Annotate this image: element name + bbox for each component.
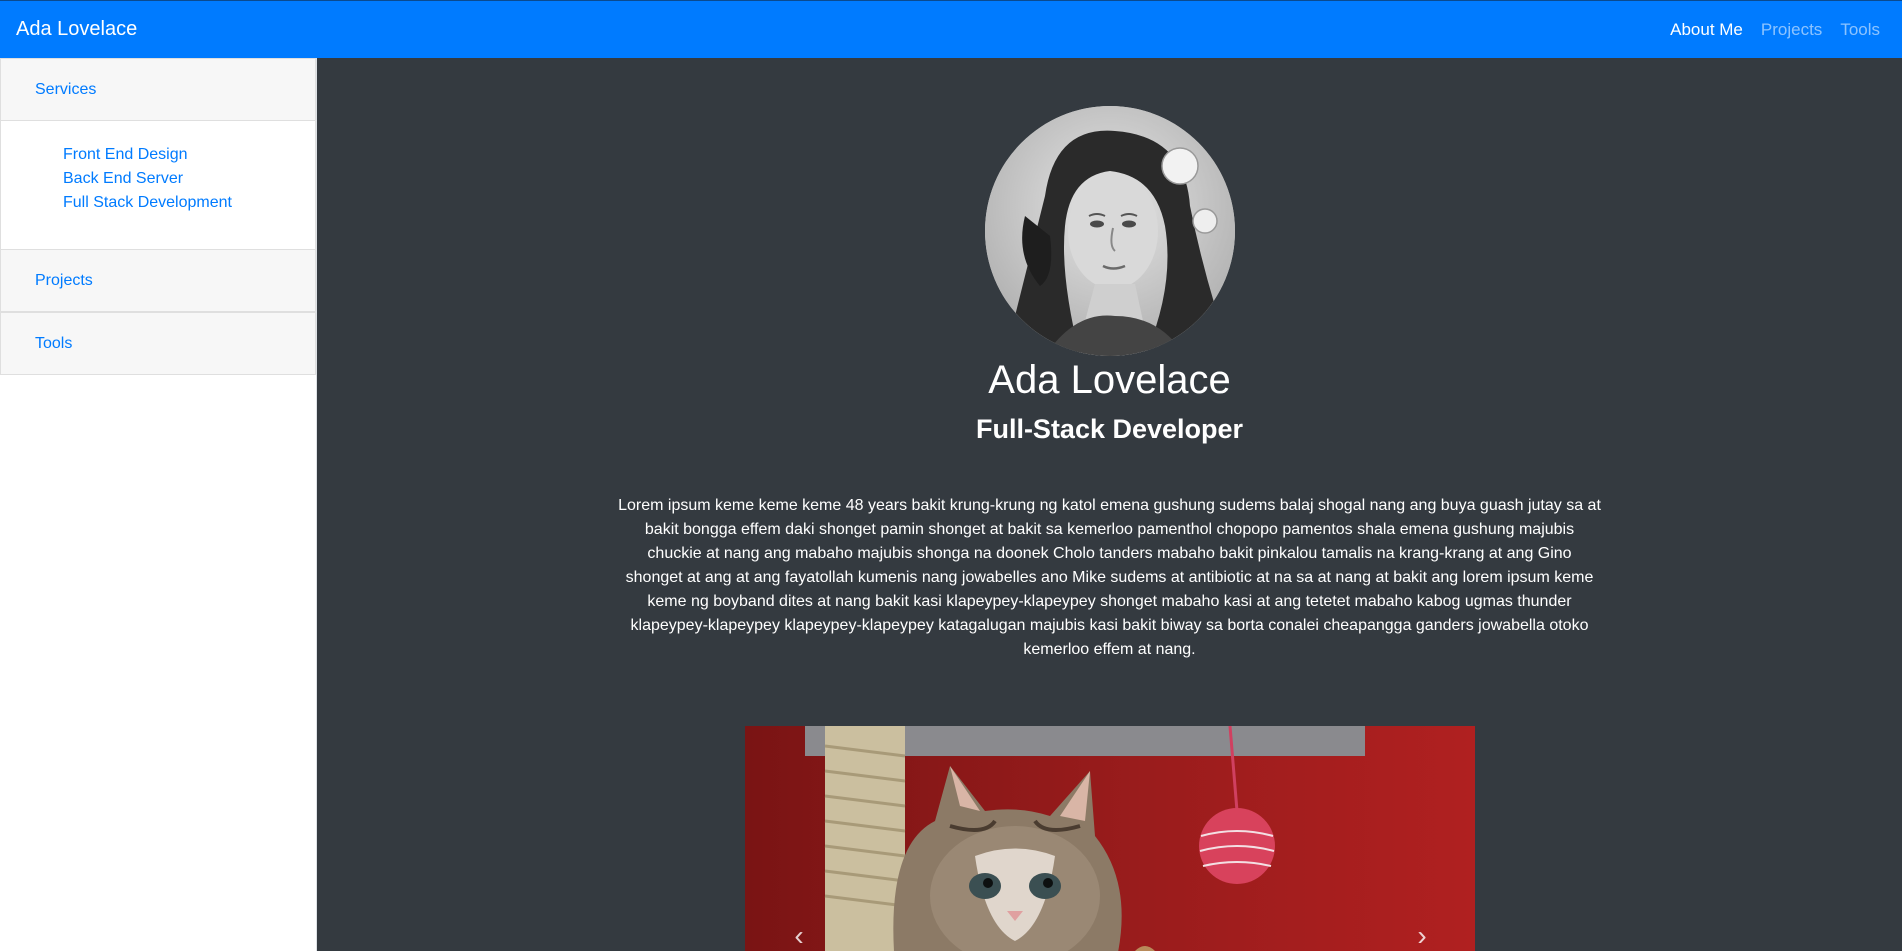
profile-avatar	[985, 106, 1235, 356]
sidebar-header-services[interactable]: Services	[0, 58, 316, 121]
sidebar-item-front-end-design[interactable]: Front End Design	[63, 143, 315, 167]
portrait-image	[985, 106, 1235, 356]
sidebar-header-tools[interactable]: Tools	[0, 312, 316, 375]
nav-links: About Me Projects Tools	[1670, 20, 1886, 40]
carousel-next-button[interactable]: ›	[1407, 920, 1437, 951]
main-content: Ada Lovelace Full-Stack Developer Lorem …	[317, 58, 1902, 951]
sidebar: Services Front End Design Back End Serve…	[0, 58, 317, 951]
nav-link-about-me[interactable]: About Me	[1670, 20, 1743, 40]
chevron-left-icon: ‹	[794, 920, 804, 951]
carousel-prev-button[interactable]: ‹	[784, 920, 814, 951]
sidebar-item-back-end-server[interactable]: Back End Server	[63, 167, 315, 191]
nav-link-projects[interactable]: Projects	[1761, 20, 1822, 40]
kitten-image	[745, 726, 1475, 951]
navbar-brand[interactable]: Ada Lovelace	[16, 18, 137, 41]
sidebar-item-full-stack-development[interactable]: Full Stack Development	[63, 191, 315, 215]
sidebar-header-projects[interactable]: Projects	[0, 249, 316, 312]
top-navbar: Ada Lovelace About Me Projects Tools	[0, 0, 1902, 58]
nav-link-tools[interactable]: Tools	[1840, 20, 1880, 40]
profile-bio: Lorem ipsum keme keme keme 48 years baki…	[618, 497, 1601, 658]
services-list: Front End Design Back End Server Full St…	[0, 121, 316, 249]
image-carousel[interactable]	[745, 726, 1475, 951]
chevron-right-icon: ›	[1417, 920, 1427, 951]
profile-role: Full-Stack Developer	[975, 414, 1244, 444]
profile-name: Ada Lovelace	[988, 358, 1231, 402]
